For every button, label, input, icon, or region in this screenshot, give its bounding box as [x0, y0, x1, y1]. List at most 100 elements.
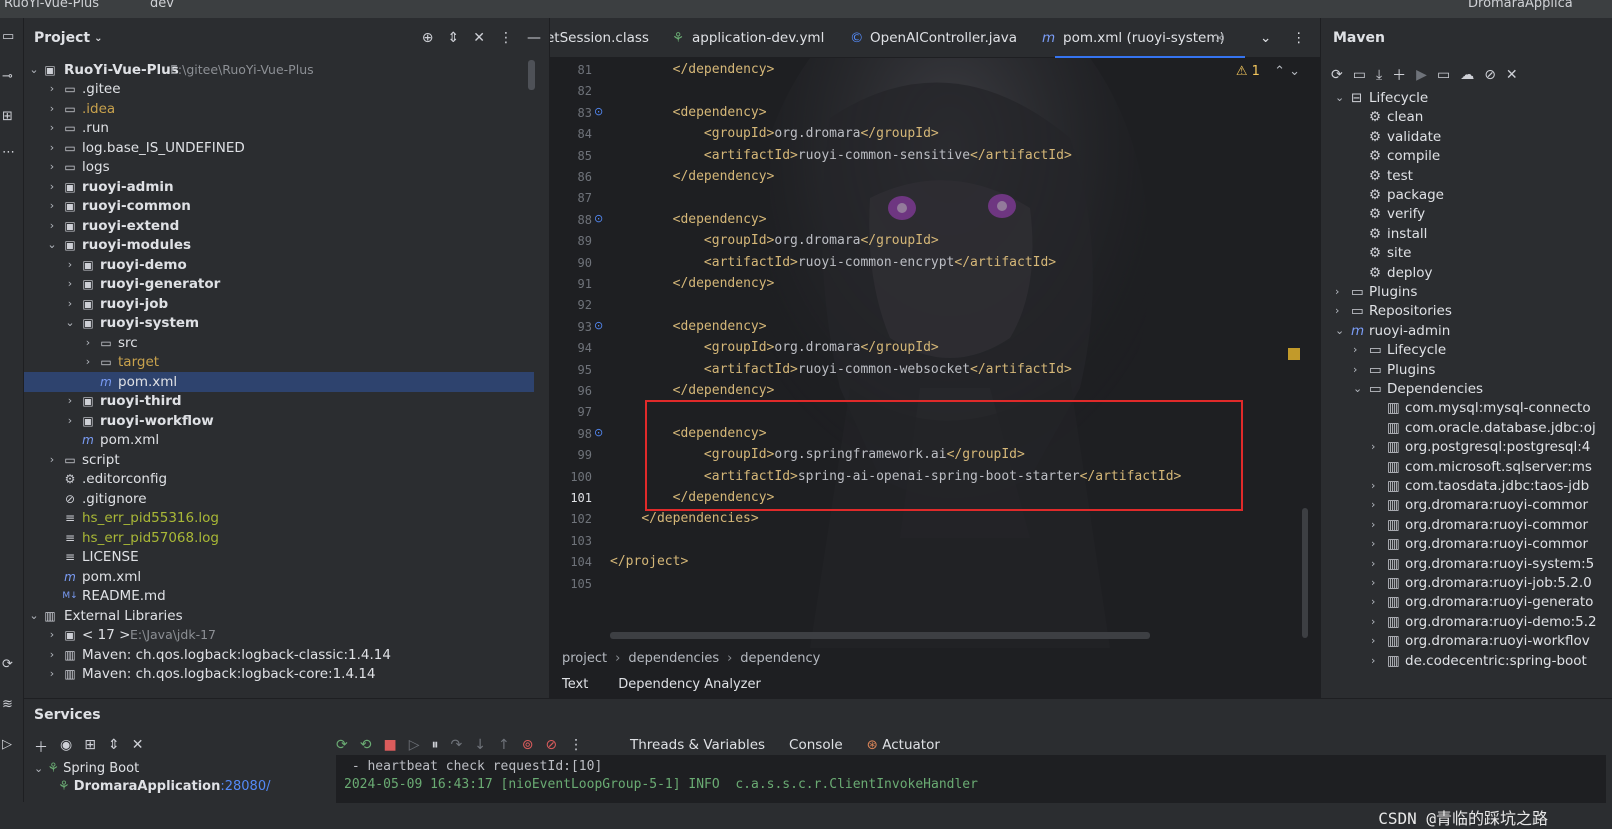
list-item[interactable]: › ▣ ruoyi-admin: [24, 177, 534, 197]
list-item[interactable]: ⌄ ▥ External Libraries: [24, 606, 534, 626]
warning-indicator[interactable]: ⚠ 1 ⌃ ⌄: [1236, 64, 1300, 79]
list-item[interactable]: › ▭ logs: [24, 157, 534, 177]
tree-root[interactable]: ⌄ ▣ RuoYi-Vue-Plus E:\gitee\RuoYi-Vue-Plu…: [24, 60, 534, 80]
folder-icon[interactable]: ▭: [1353, 67, 1366, 83]
editor-horizontal-scrollbar[interactable]: [610, 632, 1150, 639]
breadcrumb-dependency[interactable]: dependency: [740, 651, 820, 666]
list-item[interactable]: › ▥ Maven: ch.qos.logback:logback-core:1.4…: [24, 664, 534, 684]
tab-actuator[interactable]: ⊛ Actuator: [867, 737, 940, 753]
tab-text[interactable]: Text: [562, 677, 588, 692]
list-item[interactable]: › ▭ script: [24, 450, 534, 470]
list-item[interactable]: › ▣ ruoyi-generator: [24, 274, 534, 294]
tab-pom-xml[interactable]: pom.xml (ruoyi-system): [1063, 30, 1225, 46]
project-name[interactable]: RuoYi-Vue-Plus: [4, 0, 99, 11]
add-icon[interactable]: ＋: [34, 737, 48, 757]
tab-application-dev[interactable]: application-dev.yml: [692, 30, 824, 46]
list-item[interactable]: › ▣ ruoyi-job: [24, 294, 534, 314]
chevron-down-icon[interactable]: ⌄: [94, 33, 102, 44]
more-icon[interactable]: ⋮: [569, 737, 583, 753]
folder-icon[interactable]: ▭: [2, 30, 18, 44]
tab-console[interactable]: Console: [789, 737, 843, 753]
mute-breakpoints-icon[interactable]: ⊘: [545, 737, 557, 753]
execute-goal-icon[interactable]: ▭: [1437, 67, 1450, 83]
code-lines[interactable]: </dependency> <dependency> <groupId>org.…: [610, 58, 1310, 648]
console-output[interactable]: - heartbeat check requestId:[10] 2024-05…: [336, 755, 1606, 828]
collapse-icon[interactable]: ✕: [132, 737, 144, 757]
breakpoints-icon[interactable]: ⊚: [522, 737, 534, 753]
rerun-alt-icon[interactable]: ⟲: [360, 737, 372, 753]
breadcrumb-project[interactable]: project: [562, 651, 607, 666]
collapse-icon[interactable]: ✕: [1506, 67, 1518, 83]
list-item[interactable]: ≡ hs_err_pid55316.log: [24, 508, 534, 528]
stop-icon[interactable]: ■: [383, 737, 396, 753]
add-icon[interactable]: ＋: [1392, 65, 1406, 85]
list-item[interactable]: M↓ README.md: [24, 586, 534, 606]
dependency-gutter-icon[interactable]: ⊙: [594, 319, 603, 332]
change-marker[interactable]: [1288, 348, 1300, 360]
list-item[interactable]: m pom.xml: [24, 567, 534, 587]
editor-vertical-scrollbar[interactable]: [1302, 508, 1308, 638]
list-item[interactable]: › ▣ ruoyi-third: [24, 391, 534, 411]
new-tab-icon[interactable]: ⊞: [84, 737, 96, 757]
options-icon[interactable]: ⋮: [499, 30, 513, 46]
list-item[interactable]: › ▣ < 17 > E:\Java\jdk-17: [24, 625, 534, 645]
database-icon[interactable]: ≋: [2, 698, 18, 712]
run-config[interactable]: DromaraApplica: [1468, 0, 1573, 11]
services-icon[interactable]: ⟳: [2, 658, 18, 672]
list-item[interactable]: › ▥ Maven: ch.qos.logback:logback-classic:…: [24, 645, 534, 665]
locate-icon[interactable]: ⊕: [422, 30, 434, 46]
offline-icon[interactable]: ☁: [1460, 67, 1474, 83]
dependency-gutter-icon[interactable]: ⊙: [594, 212, 603, 225]
list-item[interactable]: ⌄ ▣ ruoyi-modules: [24, 235, 534, 255]
chevron-down-icon[interactable]: ⌄: [1260, 30, 1271, 46]
list-item[interactable]: › ▭ .run: [24, 118, 534, 138]
collapse-icon[interactable]: ✕: [473, 30, 485, 46]
expand-icon[interactable]: ⇕: [448, 30, 460, 46]
tab-threads-variables[interactable]: Threads & Variables: [630, 737, 765, 753]
list-item[interactable]: ≡ LICENSE: [24, 547, 534, 567]
options-icon[interactable]: ⋮: [1292, 30, 1306, 46]
dependency-gutter-icon[interactable]: ⊙: [594, 105, 603, 118]
hide-icon[interactable]: —: [527, 30, 541, 46]
list-item[interactable]: › ▭ log.base_IS_UNDEFINED: [24, 138, 534, 158]
download-icon[interactable]: ⤓: [1376, 67, 1382, 83]
list-item[interactable]: › ▣ ruoyi-extend: [24, 216, 534, 236]
step-over-icon[interactable]: ↷: [450, 737, 462, 753]
list-item[interactable]: › ▭ .idea: [24, 99, 534, 119]
panel-title[interactable]: Project: [34, 30, 90, 46]
step-into-icon[interactable]: ↓: [474, 737, 486, 753]
branch-name[interactable]: dev: [150, 0, 174, 11]
list-item-selected[interactable]: m pom.xml: [24, 372, 534, 392]
more-icon[interactable]: ⋯: [2, 146, 18, 160]
list-item[interactable]: ⊘ .gitignore: [24, 489, 534, 509]
structure-icon[interactable]: ⊞: [2, 110, 18, 124]
tab-session-class[interactable]: etSession.class: [550, 30, 649, 46]
expand-icon[interactable]: ⇕: [108, 737, 120, 757]
run-icon[interactable]: ▷: [2, 738, 18, 752]
tab-openai-controller[interactable]: OpenAIController.java: [870, 30, 1017, 46]
resume-icon[interactable]: ▷: [409, 737, 420, 753]
list-item[interactable]: › ▣ ruoyi-common: [24, 196, 534, 216]
list-item[interactable]: ⌄ ▣ ruoyi-system: [24, 313, 534, 333]
tab-dependency-analyzer[interactable]: Dependency Analyzer: [618, 677, 761, 692]
list-item[interactable]: › ▣ ruoyi-demo: [24, 255, 534, 275]
breadcrumb-dependencies[interactable]: dependencies: [628, 651, 719, 666]
list-item[interactable]: › ▭ .gitee: [24, 79, 534, 99]
tree-item-spring-boot[interactable]: ⌄ ⚘ Spring Boot: [34, 761, 139, 776]
list-item[interactable]: ⚙ .editorconfig: [24, 469, 534, 489]
tree-item-application[interactable]: ⚘ DromaraApplication:28080/: [58, 779, 270, 794]
list-item[interactable]: › ▭ target: [24, 352, 534, 372]
list-item[interactable]: › ▣ ruoyi-workflow: [24, 411, 534, 431]
reload-icon[interactable]: ⟳: [1331, 67, 1343, 83]
run-icon[interactable]: ▶: [1416, 67, 1427, 83]
eye-icon[interactable]: ◉: [60, 737, 72, 757]
list-item[interactable]: › ▭ src: [24, 333, 534, 353]
step-out-icon[interactable]: ↑: [498, 737, 510, 753]
dependency-gutter-icon[interactable]: ⊙: [594, 426, 603, 439]
list-item[interactable]: m pom.xml: [24, 430, 534, 450]
close-icon[interactable]: ×: [1214, 30, 1225, 46]
commit-icon[interactable]: ⊸: [2, 70, 18, 84]
rerun-icon[interactable]: ⟳: [336, 737, 348, 753]
pause-icon[interactable]: ⏸: [431, 737, 438, 753]
skip-tests-icon[interactable]: ⊘: [1484, 67, 1496, 83]
